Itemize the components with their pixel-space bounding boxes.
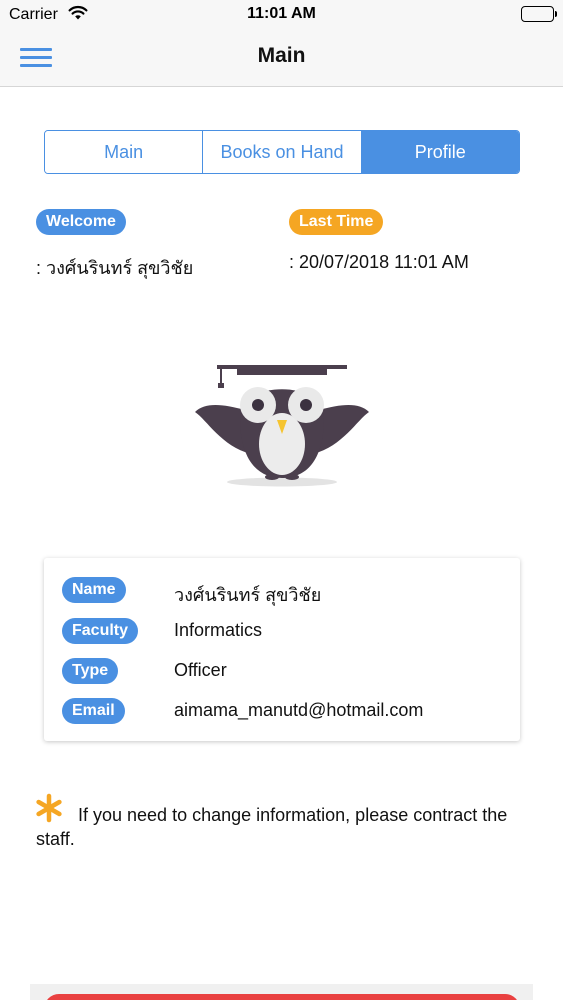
welcome-name: : วงศ์นรินทร์ สุขวิชัย	[36, 258, 194, 278]
segmented-tabs: Main Books on Hand Profile	[44, 130, 520, 174]
navigation-bar: Main	[0, 30, 563, 87]
email-label: Email	[62, 698, 125, 724]
battery-icon	[521, 6, 557, 22]
tab-profile[interactable]: Profile	[361, 131, 519, 173]
name-value: วงศ์นรินทร์ สุขวิชัย	[174, 585, 322, 605]
profile-card: Name วงศ์นรินทร์ สุขวิชัย Faculty Inform…	[44, 558, 520, 741]
type-label: Type	[62, 658, 119, 684]
faculty-value: Informatics	[174, 620, 263, 640]
type-value: Officer	[174, 660, 227, 680]
status-time: 11:01 AM	[247, 5, 316, 22]
bottom-action-button[interactable]	[44, 994, 520, 1000]
welcome-badge: Welcome	[36, 209, 126, 235]
owl-graduate-icon	[193, 362, 371, 495]
tab-books-on-hand[interactable]: Books on Hand	[203, 131, 362, 173]
change-info-note: If you need to change information, pleas…	[36, 805, 508, 849]
name-label: Name	[62, 577, 126, 603]
last-time-value: : 20/07/2018 11:01 AM	[289, 252, 469, 272]
last-time-badge: Last Time	[289, 209, 384, 235]
faculty-label: Faculty	[62, 618, 139, 644]
email-value: aimama_manutd@hotmail.com	[174, 700, 424, 720]
page-title: Main	[257, 44, 306, 67]
status-bar: Carrier 11:01 AM	[0, 0, 563, 30]
tab-main[interactable]: Main	[45, 131, 204, 173]
